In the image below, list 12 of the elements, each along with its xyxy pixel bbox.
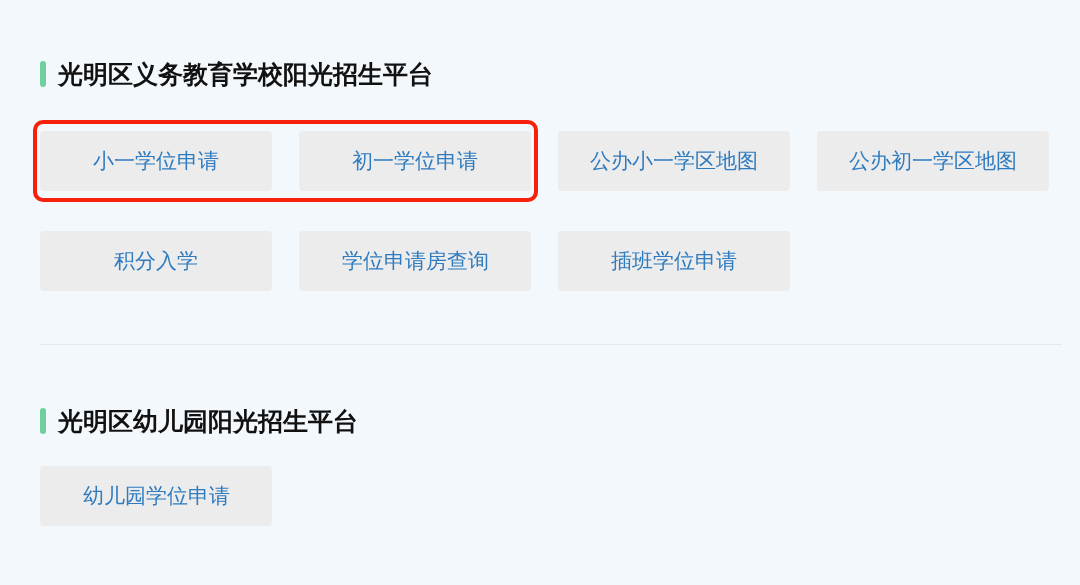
link-button[interactable]: 插班学位申请 — [558, 231, 790, 291]
link-button[interactable]: 学位申请房查询 — [299, 231, 531, 291]
link-button[interactable]: 积分入学 — [40, 231, 272, 291]
link-button[interactable]: 公办小一学区地图 — [558, 131, 790, 191]
link-button[interactable]: 公办初一学区地图 — [817, 131, 1049, 191]
link-button[interactable]: 幼儿园学位申请 — [40, 466, 272, 526]
section-marker — [40, 408, 46, 434]
section-marker — [40, 61, 46, 87]
link-button[interactable]: 小一学位申请 — [40, 131, 272, 191]
link-button[interactable]: 初一学位申请 — [299, 131, 531, 191]
section-title: 光明区幼儿园阳光招生平台 — [58, 405, 358, 438]
section-title: 光明区义务教育学校阳光招生平台 — [58, 58, 433, 91]
